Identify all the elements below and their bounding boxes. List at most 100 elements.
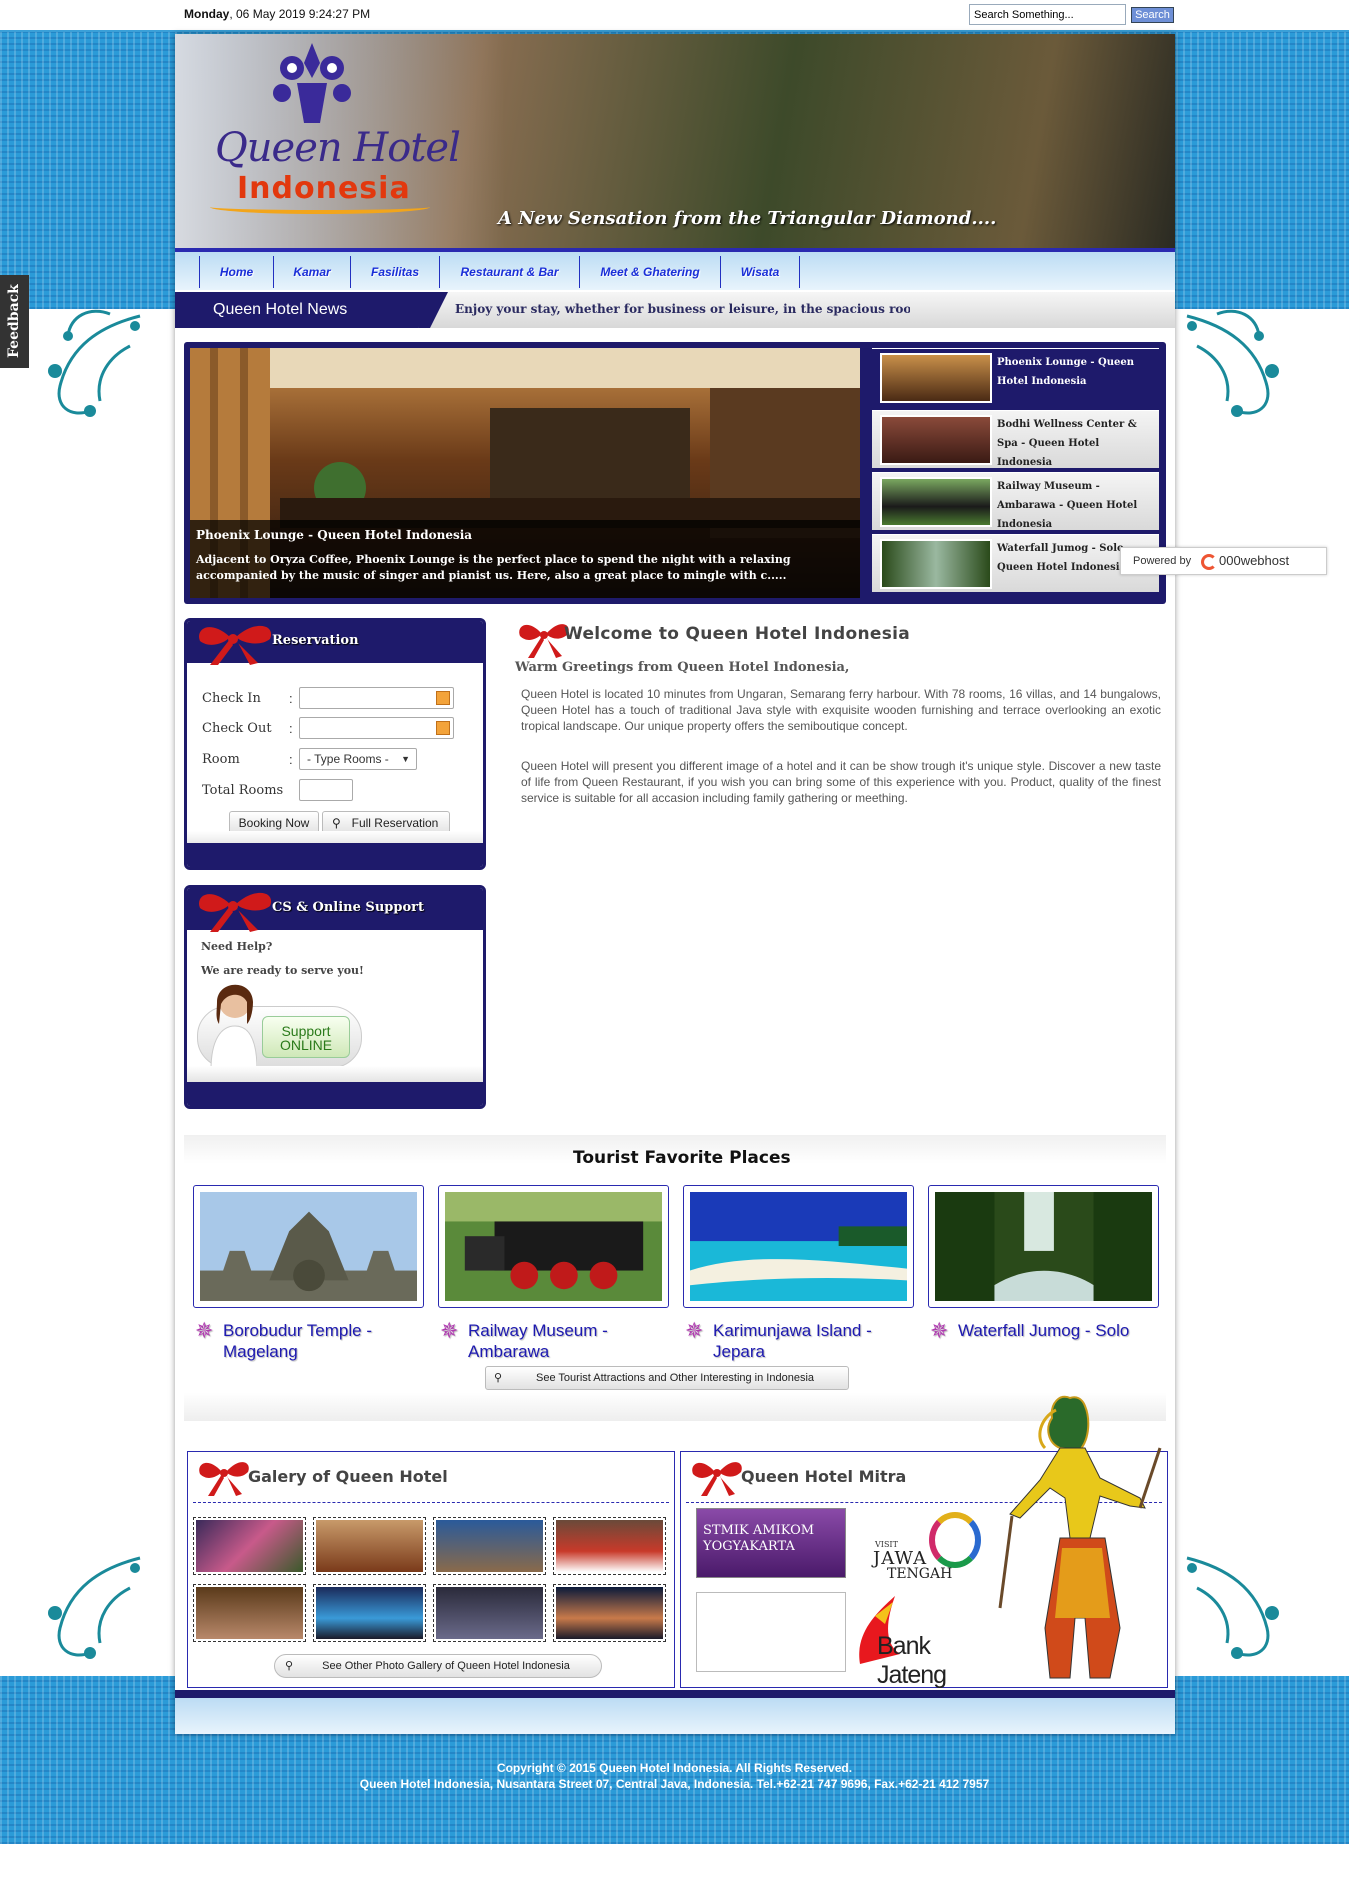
- check-out-field[interactable]: [299, 717, 454, 739]
- reservation-footer: [187, 843, 483, 867]
- feedback-tab[interactable]: Feedback: [0, 275, 29, 368]
- slider-thumb[interactable]: Waterfall Jumog - Solo - Queen Hotel Ind…: [872, 534, 1159, 592]
- ribbon-icon: [199, 1462, 249, 1496]
- tengah-text: TENGAH: [887, 1566, 953, 1582]
- full-reservation-label: Full Reservation: [351, 816, 439, 830]
- welcome-paragraph: Queen Hotel will present you different i…: [521, 759, 1161, 805]
- floral-ornament-icon: [1175, 306, 1287, 426]
- search-input[interactable]: [969, 4, 1126, 25]
- powered-by-badge[interactable]: Powered by 000webhost: [1120, 547, 1327, 575]
- support-footer: [187, 1082, 483, 1106]
- search-button[interactable]: Search: [1131, 7, 1174, 23]
- see-gallery-label: See Other Photo Gallery of Queen Hotel I…: [322, 1660, 570, 1672]
- place-image: [690, 1192, 907, 1301]
- place-card-waterfall-jumog[interactable]: [928, 1185, 1159, 1308]
- calendar-icon[interactable]: [436, 691, 450, 705]
- badge-line2: ONLINE: [279, 1037, 333, 1053]
- gallery-thumb[interactable]: [433, 1584, 546, 1642]
- footer-copyright: Copyright © 2015 Queen Hotel Indonesia. …: [496, 1761, 853, 1775]
- place-name: Waterfall Jumog - Solo: [958, 1321, 1130, 1340]
- place-image: [445, 1192, 662, 1301]
- place-card-railway-museum[interactable]: [438, 1185, 669, 1308]
- search-icon: ⚲: [285, 1660, 294, 1672]
- reservation-title: Reservation: [272, 633, 359, 648]
- gallery-thumb[interactable]: [313, 1584, 426, 1642]
- check-in-field[interactable]: [299, 687, 454, 709]
- place-link-borobudur[interactable]: ✵ Borobudur Temple - Magelang: [193, 1320, 413, 1362]
- place-card-borobudur[interactable]: [193, 1185, 424, 1308]
- calendar-icon[interactable]: [436, 721, 450, 735]
- slider-thumb[interactable]: Railway Museum - Ambarawa - Queen Hotel …: [872, 472, 1159, 530]
- gallery-thumb[interactable]: [313, 1517, 426, 1575]
- crown-crest-icon: [262, 38, 362, 128]
- footer-bar: [175, 1690, 1175, 1734]
- header-tagline: A New Sensation from the Triangular Diam…: [498, 208, 997, 229]
- logo-swoosh: [210, 200, 430, 214]
- see-photo-gallery-button[interactable]: ⚲ See Other Photo Gallery of Queen Hotel …: [274, 1654, 602, 1678]
- stmik-amikom-logo[interactable]: STMIK AMIKOM YOGYAKARTA: [696, 1508, 846, 1578]
- current-date: Monday, 06 May 2019 9:24:27 PM: [184, 7, 371, 21]
- broken-image-placeholder: [696, 1592, 846, 1672]
- thumb-title: Railway Museum - Ambarawa - Queen Hotel …: [997, 481, 1138, 530]
- ribbon-icon: [199, 625, 272, 665]
- room-type-select[interactable]: - Type Rooms - ▼: [299, 748, 417, 770]
- bank-jateng-logo[interactable]: Bank Jateng: [851, 1592, 1001, 1689]
- footer-address: Queen Hotel Indonesia, Nusantara Street …: [359, 1777, 990, 1791]
- nav-meet-ghatering[interactable]: Meet & Ghatering: [579, 256, 721, 288]
- place-name: Karimunjawa Island - Jepara: [713, 1321, 872, 1361]
- gallery-thumb[interactable]: [433, 1517, 546, 1575]
- slide-caption: Phoenix Lounge - Queen Hotel Indonesia A…: [190, 520, 860, 598]
- welcome-subtitle: Warm Greetings from Queen Hotel Indonesi…: [515, 660, 850, 675]
- gallery-box: Galery of Queen Hotel ⚲ See Other Photo G…: [187, 1451, 675, 1688]
- logo-title: Queen Hotel: [215, 125, 461, 171]
- place-link-waterfall-jumog[interactable]: ✵ Waterfall Jumog - Solo: [928, 1320, 1148, 1342]
- slide-description: Adjacent to Oryza Coffee, Phoenix Lounge…: [196, 553, 791, 582]
- gallery-thumb[interactable]: [193, 1584, 306, 1642]
- gallery-thumb[interactable]: [553, 1584, 666, 1642]
- news-ticker[interactable]: Enjoy your stay, whether for business or…: [455, 302, 910, 316]
- ribbon-icon: [692, 1462, 742, 1496]
- chevron-down-icon: ▼: [401, 754, 410, 764]
- jawa-tengah-swirl-icon: [929, 1512, 981, 1568]
- star-bullet-icon: ✵: [685, 1318, 704, 1343]
- place-link-karimunjawa[interactable]: ✵ Karimunjawa Island - Jepara: [683, 1320, 903, 1362]
- place-card-karimunjawa[interactable]: [683, 1185, 914, 1308]
- colon: :: [289, 691, 293, 706]
- nav-kamar[interactable]: Kamar: [273, 256, 351, 288]
- total-rooms-label: Total Rooms: [202, 783, 284, 798]
- thumb-image: [880, 353, 992, 403]
- gallery-title: Galery of Queen Hotel: [248, 1467, 448, 1486]
- nav-wisata[interactable]: Wisata: [720, 256, 800, 288]
- gallery-thumb[interactable]: [193, 1517, 306, 1575]
- nav-home[interactable]: Home: [199, 256, 274, 288]
- total-rooms-field[interactable]: [299, 779, 353, 801]
- floral-ornament-icon: [1175, 1548, 1287, 1668]
- mitra-title: Queen Hotel Mitra: [741, 1467, 907, 1486]
- colon: :: [289, 752, 293, 767]
- nav-fasilitas[interactable]: Fasilitas: [350, 256, 440, 288]
- welcome-paragraph: Queen Hotel is located 10 minutes from U…: [521, 687, 1161, 733]
- webhost-logo-icon: [1201, 554, 1217, 570]
- slider-thumb[interactable]: Bodhi Wellness Center & Spa - Queen Hote…: [872, 410, 1159, 468]
- gallery-thumb[interactable]: [553, 1517, 666, 1575]
- thumb-image: [880, 415, 992, 465]
- place-name: Railway Museum - Ambarawa: [468, 1321, 608, 1361]
- place-link-railway-museum[interactable]: ✵ Railway Museum - Ambarawa: [438, 1320, 658, 1362]
- wayang-puppet-image: [990, 1388, 1165, 1688]
- check-out-label: Check Out: [202, 721, 272, 736]
- nav-restaurant-bar[interactable]: Restaurant & Bar: [439, 256, 580, 288]
- welcome-title: Welcome to Queen Hotel Indonesia: [564, 624, 911, 644]
- stmik-text: YOGYAKARTA: [703, 1539, 795, 1554]
- visit-jawa-tengah-logo[interactable]: VISIT JAWA TENGAH: [851, 1508, 1001, 1588]
- slide-title: Phoenix Lounge - Queen Hotel Indonesia: [196, 528, 473, 542]
- support-online-badge[interactable]: Support ONLINE: [262, 1016, 350, 1058]
- see-tourist-label: See Tourist Attractions and Other Intere…: [535, 1372, 815, 1384]
- see-tourist-attractions-button[interactable]: ⚲ See Tourist Attractions and Other Inter…: [485, 1366, 849, 1390]
- support-box: CS & Online Support Need Help? We are re…: [184, 885, 486, 1109]
- stmik-text: AMIKOM: [752, 1523, 815, 1538]
- floral-ornament-icon: [40, 1548, 152, 1668]
- slider-thumb[interactable]: Phoenix Lounge - Queen Hotel Indonesia: [872, 348, 1159, 406]
- need-help-text: Need Help?: [201, 940, 273, 953]
- thumb-title: Bodhi Wellness Center & Spa - Queen Hote…: [997, 419, 1137, 468]
- powered-prefix: Powered by: [1133, 555, 1192, 567]
